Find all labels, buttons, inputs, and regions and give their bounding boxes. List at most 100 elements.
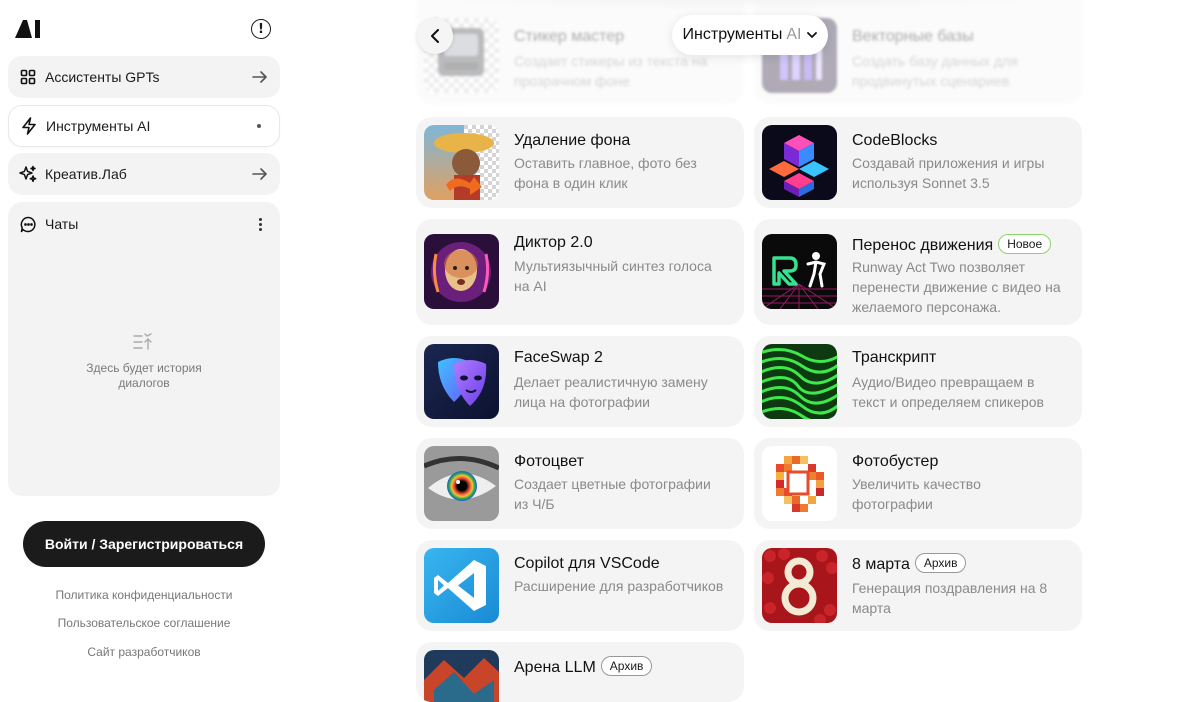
arena-llm-thumbnail	[424, 650, 499, 702]
tool-card-arena-llm[interactable]: Арена LLM Архив	[416, 642, 744, 702]
card-description: Создавай приложения и игры используя Son…	[852, 153, 1072, 193]
history-empty-icon	[133, 333, 152, 350]
chats-header: Чаты	[19, 215, 269, 233]
user-agreement-link[interactable]: Пользовательское соглашение	[0, 616, 288, 630]
card-desc-line: Делает реалистичную замену	[514, 374, 708, 390]
dot-icon	[250, 117, 268, 135]
chevron-left-icon	[431, 29, 439, 43]
card-desc-line: фотографии	[852, 496, 933, 512]
card-title: Перенос движения Новое	[852, 234, 1052, 255]
nav-assistants[interactable]: Ассистенты GPTs	[8, 56, 280, 98]
photobooster-thumbnail	[762, 446, 837, 521]
sparkle-icon	[19, 165, 37, 183]
tool-card-remove-background[interactable]: Удаление фона Оставить главное, фото без…	[416, 117, 744, 208]
card-desc-line: продвинутых сценариев	[852, 73, 1010, 89]
nav-assistants-label: Ассистенты GPTs	[45, 69, 160, 85]
card-desc-line: Расширение для разработчиков	[514, 578, 724, 594]
new-badge: Новое	[998, 234, 1052, 254]
card-desc-line: марта	[852, 600, 891, 616]
tool-card-march-8[interactable]: 8 марта Архив Генерация поздравления на 8…	[754, 540, 1082, 631]
tool-card-motion-transfer[interactable]: Перенос движения Новое Runway Act Two поз…	[754, 219, 1082, 325]
card-title: Copilot для VSCode	[514, 555, 660, 572]
back-button[interactable]	[417, 18, 453, 54]
nav-creative-lab-label: Креатив.Лаб	[45, 166, 127, 182]
archive-badge: Архив	[914, 553, 967, 573]
faceswap-thumbnail	[424, 344, 499, 419]
empty-history-text: Здесь будет история диалогов	[44, 361, 244, 391]
card-description: Делает реалистичную замену лица на фотог…	[514, 372, 734, 412]
photocolor-thumbnail	[424, 446, 499, 521]
codeblocks-thumbnail	[762, 125, 837, 200]
card-desc-line: лица на фотографии	[514, 394, 650, 410]
card-title: Транскрипт	[852, 349, 937, 366]
card-desc-line: Runway Act Two позволяет	[852, 259, 1025, 275]
tool-card-codeblocks[interactable]: CodeBlocks Создавай приложения и игры ис…	[754, 117, 1082, 208]
logo[interactable]	[14, 17, 42, 39]
chats-panel: Чаты Здесь будет история диалогов	[8, 202, 280, 496]
bolt-icon	[20, 117, 38, 135]
nav-tools[interactable]: Инструменты AI	[8, 105, 280, 147]
arrow-right-icon	[251, 68, 269, 86]
arrow-right-icon	[251, 165, 269, 183]
card-description: Создать базу данных для продвинутых сцен…	[852, 51, 1072, 91]
card-title: Фотоцвет	[514, 453, 584, 470]
section-selector[interactable]: Инструменты AI	[672, 15, 828, 55]
card-desc-line: Аудио/Видео превращаем в	[852, 374, 1035, 390]
card-desc-line: Оставить главное, фото без	[514, 155, 697, 171]
card-title: Диктор 2.0	[514, 234, 593, 251]
card-description: Мультиязычный синтез голоса на AI	[514, 256, 734, 296]
card-desc-line: используя Sonnet 3.5	[852, 175, 990, 191]
card-desc-line: фона в один клик	[514, 175, 628, 191]
chats-title: Чаты	[45, 216, 79, 232]
card-description: Создает цветные фотографии из Ч/Б	[514, 474, 734, 514]
privacy-policy-link[interactable]: Политика конфиденциальности	[0, 588, 288, 602]
card-title: FaceSwap 2	[514, 349, 603, 366]
vscode-thumbnail	[424, 548, 499, 623]
card-description: Аудио/Видео превращаем в текст и определ…	[852, 372, 1072, 412]
grid-icon	[19, 68, 37, 86]
card-description: Увеличить качество фотографии	[852, 474, 1072, 514]
remove-background-thumbnail	[424, 125, 499, 200]
sidebar: ! Ассистенты GPTs Инструменты AI Креатив…	[0, 0, 288, 681]
card-desc-line: Генерация поздравления на 8	[852, 580, 1048, 596]
card-title: 8 марта Архив	[852, 553, 967, 574]
nav-tools-label: Инструменты AI	[46, 118, 151, 134]
card-desc-line: желаемого персонажа.	[852, 299, 1001, 315]
card-title: CodeBlocks	[852, 132, 938, 149]
card-title-text: Перенос движения	[852, 237, 994, 254]
march-8-thumbnail	[762, 548, 837, 623]
tool-card-transcript[interactable]: Транскрипт Аудио/Видео превращаем в текс…	[754, 336, 1082, 427]
card-description: Генерация поздравления на 8 марта	[852, 578, 1072, 618]
empty-history-line1: Здесь будет история	[86, 361, 202, 375]
card-desc-line: Создает цветные фотографии	[514, 476, 711, 492]
more-icon[interactable]	[251, 217, 269, 231]
section-label: Инструменты	[682, 26, 783, 43]
chevron-down-icon	[807, 31, 818, 38]
card-title-text: 8 марта	[852, 556, 910, 573]
login-register-button[interactable]: Войти / Зарегистрироваться	[23, 521, 265, 567]
tool-card-copilot-vscode[interactable]: Copilot для VSCode Расширение для разраб…	[416, 540, 744, 631]
chat-bubble-icon	[19, 215, 37, 233]
card-desc-line: текст и определяем спикеров	[852, 394, 1044, 410]
card-desc-line: на AI	[514, 278, 547, 294]
transcript-thumbnail	[762, 344, 837, 419]
card-desc-line: Создавай приложения и игры	[852, 155, 1045, 171]
card-title-text: Арена LLM	[514, 659, 596, 676]
developers-site-link[interactable]: Сайт разработчиков	[0, 645, 288, 659]
card-title: Удаление фона	[514, 132, 631, 149]
nav-creative-lab[interactable]: Креатив.Лаб	[8, 153, 280, 195]
card-desc-line: Мультиязычный синтез голоса	[514, 258, 712, 274]
motion-transfer-thumbnail	[762, 234, 837, 309]
tool-card-announcer[interactable]: Диктор 2.0 Мультиязычный синтез голоса н…	[416, 219, 744, 325]
card-description: Оставить главное, фото без фона в один к…	[514, 153, 734, 193]
card-description: Runway Act Two позволяет перенести движе…	[852, 257, 1072, 317]
announcer-thumbnail	[424, 234, 499, 309]
info-button[interactable]: !	[251, 19, 271, 39]
tool-card-photobooster[interactable]: Фотобустер Увеличить качество фотографии	[754, 438, 1082, 529]
card-desc-line: Создать базу данных для	[852, 53, 1018, 69]
card-description: Создает стикеры из текста на прозрачном …	[514, 51, 734, 91]
tool-card-photocolor[interactable]: Фотоцвет Создает цветные фотографии из Ч…	[416, 438, 744, 529]
section-suffix: AI	[786, 26, 802, 43]
card-desc-line: перенести движение с видео на	[852, 279, 1061, 295]
tool-card-faceswap[interactable]: FaceSwap 2 Делает реалистичную замену ли…	[416, 336, 744, 427]
